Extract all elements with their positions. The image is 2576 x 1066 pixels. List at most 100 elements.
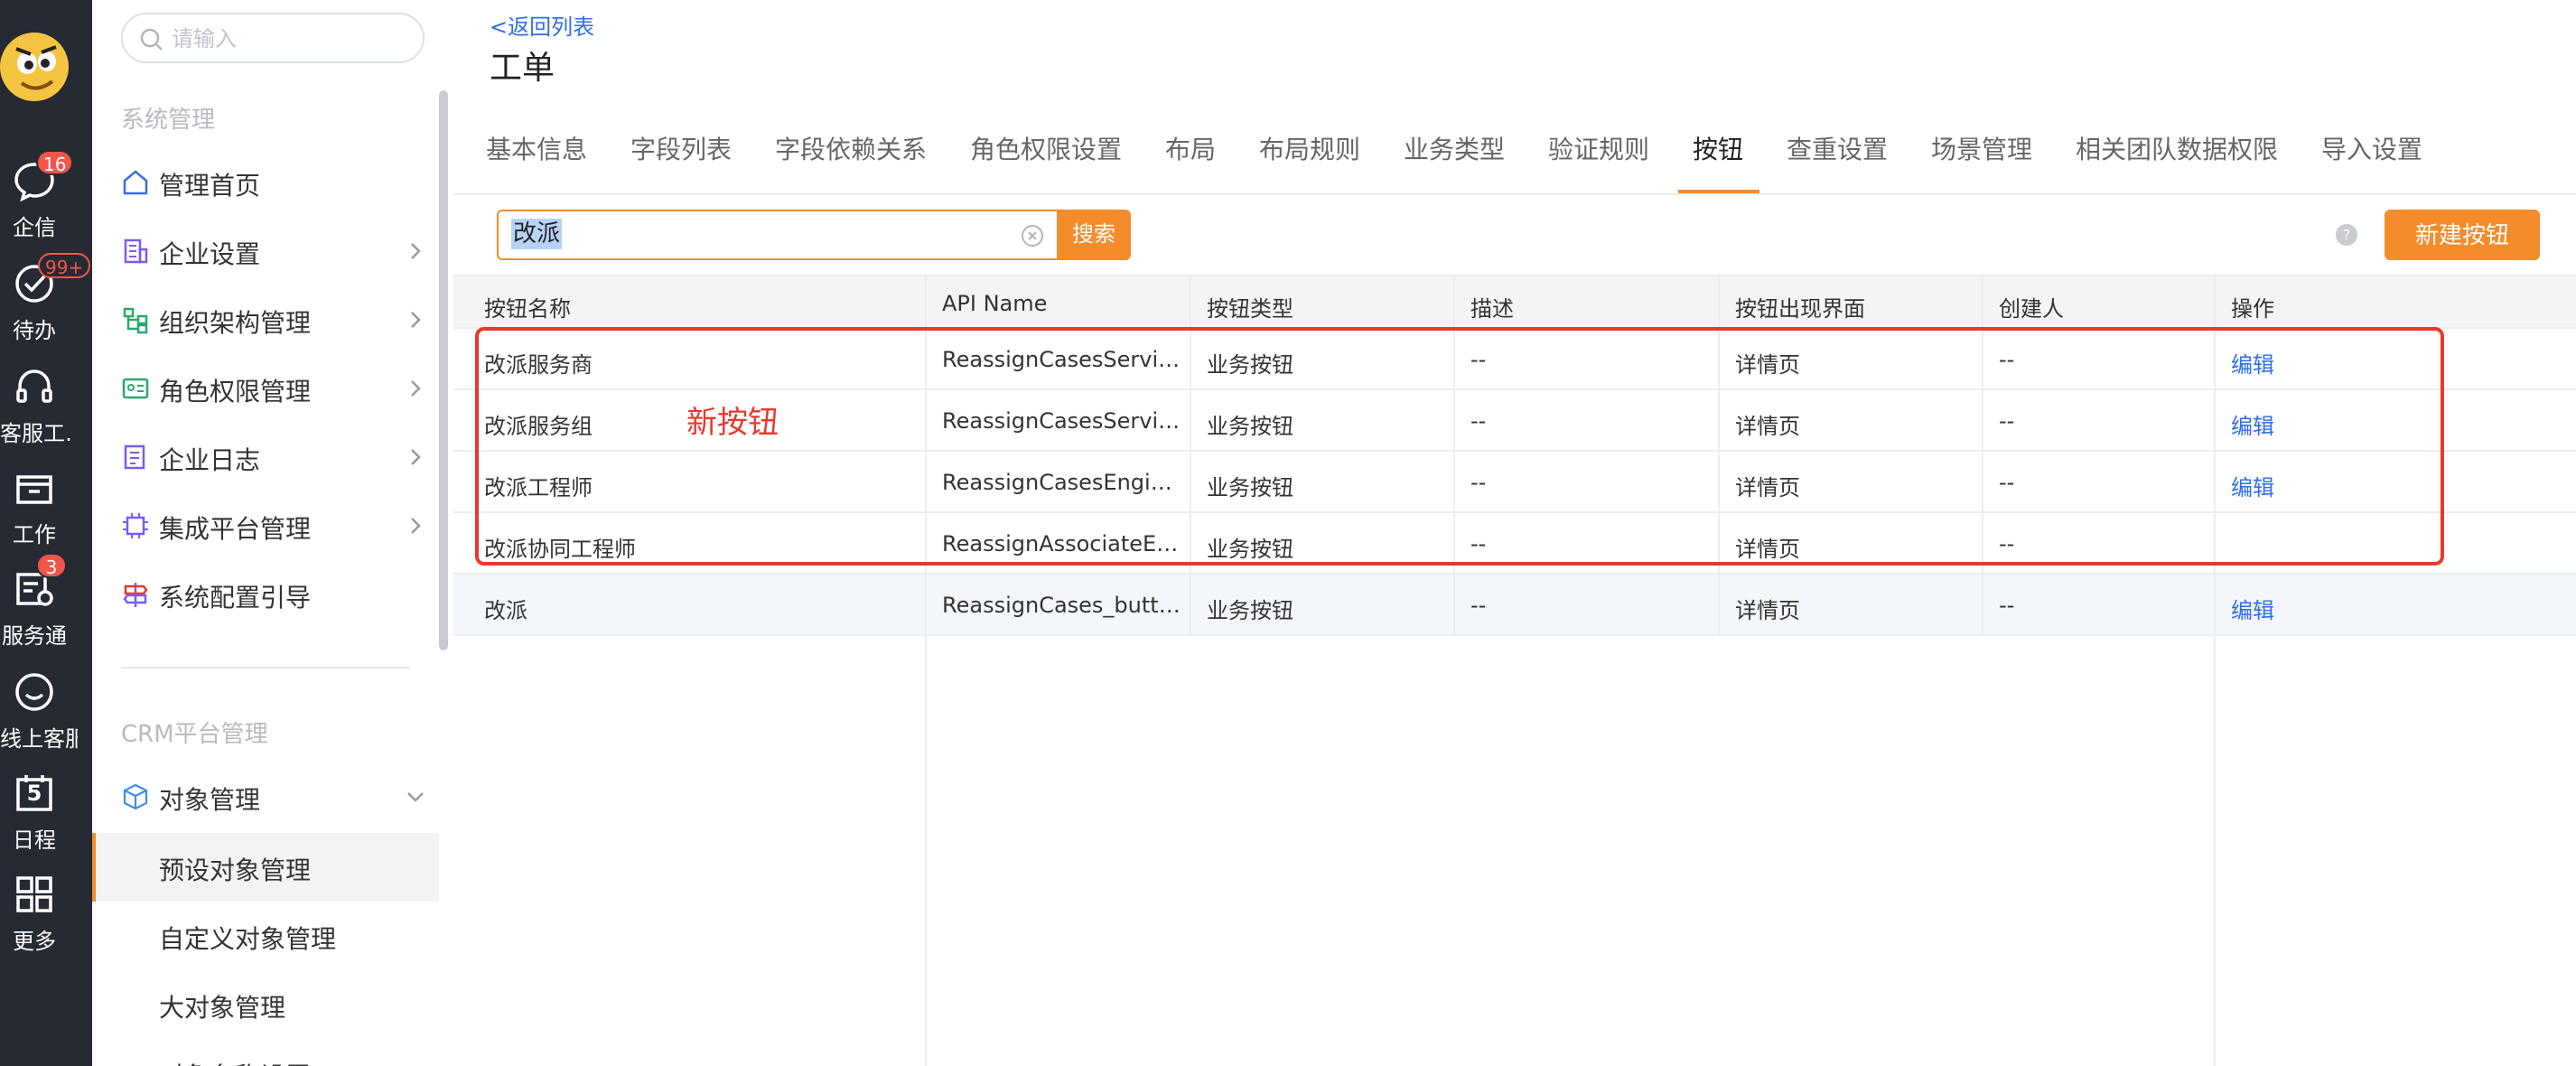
tab-role-permissions[interactable]: 角色权限设置 xyxy=(970,130,1122,166)
sidebar-subitem-preset-objects[interactable]: 预设对象管理 xyxy=(92,833,439,902)
rail-label: 线上客服 xyxy=(0,726,78,752)
tab-scene-management[interactable]: 场景管理 xyxy=(1931,130,2032,166)
cell-display-page: 详情页 xyxy=(1735,537,1800,562)
sidebar-subitem-big-objects[interactable]: 大对象管理 xyxy=(92,970,439,1039)
id-card-icon xyxy=(122,378,149,399)
column-header: 操作 xyxy=(2231,296,2274,322)
column-divider xyxy=(1453,275,1455,636)
grid-icon xyxy=(16,876,52,912)
cell-button-name: 改派协同工程师 xyxy=(484,537,636,562)
rail-label: 服务通 xyxy=(2,623,67,649)
cell-creator: -- xyxy=(1999,531,2015,556)
todo-badge: 99+ xyxy=(38,253,91,278)
chip-icon xyxy=(123,513,148,538)
tab-layout[interactable]: 布局 xyxy=(1165,130,1216,166)
avatar[interactable] xyxy=(0,29,72,105)
active-tab-indicator xyxy=(1678,190,1759,193)
tab-team-data-permissions[interactable]: 相关团队数据权限 xyxy=(2076,130,2278,166)
search-input-value: 改派 xyxy=(511,219,563,249)
search-button[interactable]: 搜索 xyxy=(1057,210,1131,260)
section-system-management: 系统管理 xyxy=(121,107,216,134)
tab-layout-rules[interactable]: 布局规则 xyxy=(1259,130,1360,166)
sidebar-item-org-structure[interactable]: 组织架构管理 xyxy=(121,293,421,347)
buttons-table: 按钮名称 API Name 按钮类型 描述 按钮出现界面 创建人 操作 改派服务… xyxy=(453,275,2576,1066)
sidebar-search[interactable] xyxy=(121,13,425,63)
sidebar-item-label: 对象管理 xyxy=(159,785,261,815)
tab-buttons[interactable]: 按钮 xyxy=(1693,130,1743,166)
page-title: 工单 xyxy=(490,50,555,87)
tab-field-dependency[interactable]: 字段依赖关系 xyxy=(775,130,927,166)
table-row: 改派工程师 ReassignCasesEngin… 业务按钮 -- 详情页 --… xyxy=(453,452,2576,513)
tab-bar: 基本信息 字段列表 字段依赖关系 角色权限设置 布局 布局规则 业务类型 验证规… xyxy=(453,107,2576,195)
chevron-right-icon xyxy=(411,243,421,259)
cell-api-name: ReassignCasesEngin… xyxy=(942,470,1181,495)
org-tree-icon xyxy=(123,307,148,334)
help-icon[interactable]: ? xyxy=(2334,222,2359,248)
column-header: 创建人 xyxy=(1999,296,2064,322)
button-search-input[interactable]: 改派 xyxy=(497,210,1059,260)
column-header: 描述 xyxy=(1470,296,1514,322)
back-to-list-link[interactable]: <返回列表 xyxy=(490,9,594,41)
sidebar-subitem-label: 对象名称设置 xyxy=(159,1057,311,1066)
svg-text:?: ? xyxy=(2343,227,2351,244)
sidebar-item-enterprise-log[interactable]: 企业日志 xyxy=(121,430,421,484)
rail-label: 日程 xyxy=(13,828,56,853)
annotation-label: 新按钮 xyxy=(686,405,779,441)
tab-validation-rules[interactable]: 验证规则 xyxy=(1548,130,1649,166)
tab-business-types[interactable]: 业务类型 xyxy=(1404,130,1505,166)
sidebar-item-enterprise-settings[interactable]: 企业设置 xyxy=(121,224,421,278)
sidebar-item-system-config-guide[interactable]: 系统配置引导 xyxy=(121,567,419,622)
chevron-right-icon xyxy=(411,380,421,397)
cell-description: -- xyxy=(1470,408,1487,434)
cell-button-type: 业务按钮 xyxy=(1207,598,1293,623)
table-row: 改派服务商 ReassignCasesServi… 业务按钮 -- 详情页 --… xyxy=(453,329,2576,390)
calendar-day: 5 xyxy=(26,781,42,806)
cell-button-type: 业务按钮 xyxy=(1207,352,1293,378)
chevron-right-icon xyxy=(411,518,421,534)
rail-label: 客服工… xyxy=(0,421,72,446)
cell-display-page: 详情页 xyxy=(1735,352,1800,378)
sidebar-item-integration-platform[interactable]: 集成平台管理 xyxy=(121,499,421,553)
edit-link[interactable]: 编辑 xyxy=(2231,347,2274,379)
sidebar-item-label: 集成平台管理 xyxy=(159,514,312,544)
tab-field-list[interactable]: 字段列表 xyxy=(630,130,732,166)
table-row: 改派协同工程师 ReassignAssociateE… 业务按钮 -- 详情页 … xyxy=(453,513,2576,575)
signpost-icon xyxy=(123,583,148,607)
cell-api-name: ReassignCasesServi… xyxy=(942,347,1181,372)
chevron-right-icon xyxy=(411,312,421,328)
rail-label: 工作 xyxy=(13,522,56,547)
sidebar-item-label: 角色权限管理 xyxy=(159,377,312,407)
sidebar-subitem-label: 自定义对象管理 xyxy=(159,924,337,954)
tab-duplicate-check[interactable]: 查重设置 xyxy=(1787,130,1888,166)
table-row: 改派 ReassignCases_butt… 业务按钮 -- 详情页 -- 编辑 xyxy=(453,575,2576,636)
sidebar-item-admin-home[interactable]: 管理首页 xyxy=(121,155,419,210)
sidebar-item-label: 组织架构管理 xyxy=(159,308,312,338)
sidebar-item-role-permissions[interactable]: 角色权限管理 xyxy=(121,361,421,416)
sidebar-subitem-object-name-settings[interactable]: 对象名称设置 xyxy=(92,1039,439,1066)
column-header: 按钮类型 xyxy=(1207,296,1293,322)
cell-button-name: 改派 xyxy=(484,598,527,623)
cell-button-type: 业务按钮 xyxy=(1207,414,1293,439)
edit-link[interactable]: 编辑 xyxy=(2231,593,2274,624)
edit-link[interactable]: 编辑 xyxy=(2231,408,2274,440)
new-button-button[interactable]: 新建按钮 xyxy=(2385,210,2540,260)
tab-import-settings[interactable]: 导入设置 xyxy=(2321,130,2422,166)
sidebar-scrollbar[interactable] xyxy=(439,90,448,650)
sidebar-item-object-management[interactable]: 对象管理 xyxy=(121,770,424,824)
sidebar-search-input[interactable] xyxy=(172,23,406,54)
cell-api-name: ReassignAssociateE… xyxy=(942,531,1179,556)
cell-description: -- xyxy=(1470,347,1487,372)
cell-display-page: 详情页 xyxy=(1735,414,1800,439)
column-divider xyxy=(1190,275,1191,636)
clear-icon[interactable] xyxy=(1021,224,1044,248)
unread-badge: 16 xyxy=(36,150,74,175)
cell-api-name: ReassignCasesServi… xyxy=(942,408,1181,434)
tab-basic-info[interactable]: 基本信息 xyxy=(486,130,587,166)
log-icon xyxy=(124,444,145,470)
edit-link[interactable]: 编辑 xyxy=(2231,470,2274,501)
sidebar-divider xyxy=(121,667,410,669)
sidebar-subitem-custom-objects[interactable]: 自定义对象管理 xyxy=(92,902,439,970)
section-crm-platform: CRM平台管理 xyxy=(121,721,268,748)
building-icon xyxy=(124,238,148,264)
cell-description: -- xyxy=(1470,470,1487,495)
